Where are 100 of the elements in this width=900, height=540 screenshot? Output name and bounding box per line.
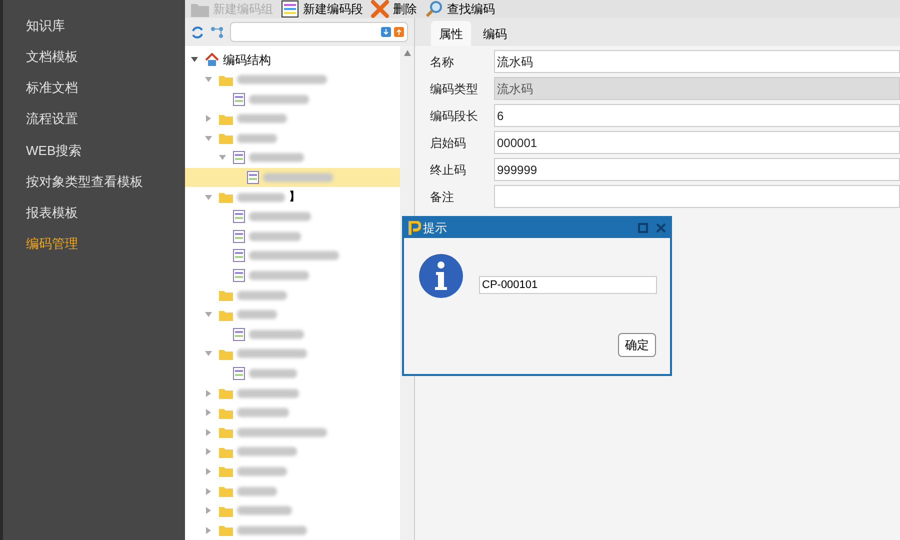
document-icon bbox=[233, 268, 245, 282]
folder-icon bbox=[219, 504, 233, 517]
search-icon bbox=[425, 0, 443, 18]
field-label: 编码段长 bbox=[429, 108, 479, 125]
blurred-label bbox=[237, 134, 277, 143]
expanded-arrow-icon[interactable] bbox=[191, 56, 198, 64]
document-icon bbox=[233, 210, 245, 224]
input-field[interactable]: 000001 bbox=[494, 131, 900, 154]
field-label: 名称 bbox=[429, 54, 455, 71]
sidebar-item[interactable]: 流程设置 bbox=[3, 104, 185, 135]
folder-icon bbox=[219, 191, 233, 204]
up-arrow-icon[interactable] bbox=[394, 27, 404, 38]
folder-icon bbox=[219, 446, 233, 458]
hierarchy-icon[interactable] bbox=[210, 26, 224, 39]
toolbar-button[interactable]: 删除 bbox=[371, 0, 417, 18]
folder-icon bbox=[219, 426, 233, 438]
collapsed-arrow-icon[interactable] bbox=[205, 115, 212, 122]
dialog-title: 提示 bbox=[423, 220, 448, 237]
collapsed-arrow-icon[interactable] bbox=[205, 448, 212, 456]
message-field[interactable]: CP-000101 bbox=[479, 276, 657, 294]
blurred-label bbox=[237, 526, 307, 535]
blurred-label bbox=[263, 173, 333, 182]
document-icon bbox=[233, 249, 245, 262]
blurred-label bbox=[237, 114, 287, 124]
tree-item[interactable]: 编码结构 bbox=[185, 50, 400, 70]
folder-icon bbox=[219, 308, 233, 321]
blurred-label bbox=[249, 368, 297, 378]
field-label: 备注 bbox=[429, 188, 455, 206]
folder-icon bbox=[219, 387, 233, 400]
folder-icon bbox=[219, 74, 233, 86]
blurred-label bbox=[237, 466, 287, 476]
collapsed-arrow-icon[interactable] bbox=[205, 468, 212, 475]
bracket-text: 】 bbox=[289, 190, 300, 205]
down-arrow-icon[interactable] bbox=[381, 27, 391, 38]
folder-icon bbox=[219, 524, 233, 536]
field-label: 启始码 bbox=[429, 134, 467, 152]
blurred-label bbox=[249, 270, 309, 280]
refresh-icon[interactable] bbox=[191, 26, 204, 39]
tree-item[interactable]: 】 bbox=[185, 187, 400, 207]
list-icon bbox=[281, 0, 299, 18]
sidebar-item[interactable]: WEB搜索 bbox=[3, 134, 185, 166]
blurred-label bbox=[237, 192, 285, 202]
blurred-label bbox=[237, 486, 277, 496]
input-field[interactable] bbox=[494, 185, 900, 208]
folder-icon bbox=[219, 465, 233, 478]
collapsed-arrow-icon[interactable] bbox=[205, 488, 212, 495]
info-icon bbox=[418, 253, 464, 299]
sidebar-item[interactable]: 按对象类型查看模板 bbox=[3, 166, 185, 198]
blurred-label bbox=[237, 506, 292, 516]
delete-icon bbox=[371, 0, 389, 18]
sidebar-item[interactable]: 知识库 bbox=[3, 10, 185, 42]
input-field[interactable]: 流水码 bbox=[494, 50, 900, 74]
blurred-label bbox=[237, 290, 287, 300]
collapsed-arrow-icon[interactable] bbox=[205, 409, 212, 416]
input-field[interactable]: 6 bbox=[494, 104, 900, 128]
folder-icon bbox=[219, 289, 233, 302]
blurred-label bbox=[237, 447, 297, 456]
collapsed-arrow-icon[interactable] bbox=[205, 507, 212, 514]
logo-icon bbox=[408, 221, 421, 235]
collapsed-arrow-icon[interactable] bbox=[205, 428, 212, 436]
collapsed-arrow-icon[interactable] bbox=[205, 526, 212, 534]
field-label: 编码类型 bbox=[429, 80, 479, 98]
house-icon bbox=[205, 53, 219, 66]
close-icon[interactable] bbox=[656, 223, 666, 233]
blurred-label bbox=[249, 330, 304, 339]
blurred-label bbox=[249, 212, 311, 222]
input-field[interactable]: 流水码 bbox=[494, 77, 900, 100]
ok-button[interactable]: 确定 bbox=[618, 333, 656, 357]
document-icon bbox=[233, 366, 245, 380]
folder-icon bbox=[219, 485, 233, 498]
blurred-label bbox=[237, 310, 277, 320]
document-icon bbox=[233, 328, 245, 341]
maximize-icon[interactable] bbox=[638, 223, 648, 233]
blurred-label bbox=[249, 94, 309, 104]
field-label: 终止码 bbox=[429, 162, 467, 179]
blurred-label bbox=[249, 153, 304, 162]
document-icon bbox=[233, 230, 245, 243]
tab[interactable]: 编码 bbox=[475, 21, 515, 46]
document-icon bbox=[233, 92, 245, 106]
search-field[interactable] bbox=[230, 22, 408, 42]
toolbar-button[interactable]: 新建编码段 bbox=[281, 0, 363, 18]
document-icon bbox=[247, 171, 259, 184]
blurred-label bbox=[237, 388, 299, 398]
sidebar-item[interactable]: 报表模板 bbox=[3, 197, 185, 228]
scroll-up-icon[interactable] bbox=[404, 50, 410, 56]
tab[interactable]: 属性 bbox=[431, 21, 471, 46]
tree-item[interactable] bbox=[185, 168, 400, 188]
sidebar-item[interactable]: 标准文档 bbox=[3, 72, 185, 104]
folder-icon bbox=[219, 112, 233, 125]
toolbar-button[interactable]: 查找编码 bbox=[425, 0, 495, 18]
blurred-label bbox=[237, 408, 289, 418]
document-icon bbox=[233, 151, 245, 164]
input-field[interactable]: 999999 bbox=[494, 158, 900, 182]
collapsed-arrow-icon[interactable] bbox=[205, 390, 212, 397]
folder-icon bbox=[219, 406, 233, 419]
folder-icon bbox=[219, 132, 233, 144]
sidebar-item[interactable]: 编码管理 bbox=[3, 228, 185, 260]
blurred-label bbox=[237, 349, 307, 358]
sidebar-item[interactable]: 文档模板 bbox=[3, 41, 185, 72]
folder-icon bbox=[219, 348, 233, 360]
